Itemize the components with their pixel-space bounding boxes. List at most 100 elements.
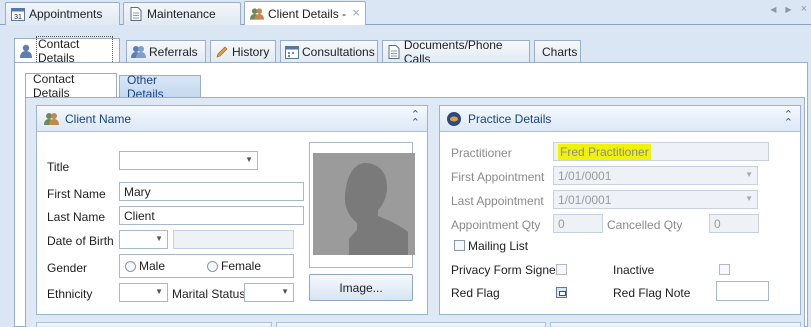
last-name-label: Last Name: [47, 210, 106, 224]
dropdown-arrow-icon: ▼: [281, 287, 289, 296]
date-of-birth-select[interactable]: ▼: [119, 230, 168, 249]
dropdown-arrow-icon: ▼: [745, 170, 753, 179]
client-name-header: Client Name ⌃ ⌃: [37, 106, 427, 132]
tab-history[interactable]: History: [210, 40, 276, 62]
age-field: [173, 230, 294, 249]
red-flag-label: Red Flag: [451, 286, 500, 300]
calendar-icon: [285, 44, 299, 59]
last-appointment-label: Last Appointment: [451, 194, 544, 208]
last-appointment-select: 1/01/0001 ▼: [553, 190, 758, 209]
inactive-checkbox[interactable]: [719, 264, 730, 275]
referral-icon: [131, 44, 146, 59]
tab-charts[interactable]: Charts: [534, 40, 581, 62]
red-flag-note-label: Red Flag Note: [613, 286, 691, 300]
client-details-page: Contact Details Referrals History Consul…: [0, 25, 811, 327]
document-icon: [129, 7, 143, 21]
cancelled-qty-value: 0: [714, 217, 721, 231]
inactive-label: Inactive: [613, 263, 655, 277]
tab-referrals-label: Referrals: [149, 44, 198, 59]
dropdown-arrow-icon: ▼: [245, 155, 253, 164]
tab-consultations-label: Consultations: [302, 44, 375, 59]
gender-male-label: Male: [139, 259, 166, 273]
mailing-list-label: Mailing List: [468, 239, 529, 253]
tab-referrals[interactable]: Referrals: [126, 40, 206, 62]
tab-inner-contact-details-label: Contact Details: [33, 72, 75, 100]
tab-inner-contact-details[interactable]: Contact Details: [25, 72, 117, 100]
appointment-qty-label: Appointment Qty: [451, 218, 541, 232]
marital-status-select[interactable]: ▼: [244, 283, 294, 302]
tab-appointments[interactable]: 31 Appointments: [5, 2, 120, 25]
collapse-icon[interactable]: ⌃ ⌃: [784, 110, 793, 129]
practice-details-title: Practice Details: [468, 111, 552, 126]
collapse-icon[interactable]: ⌃ ⌃: [411, 110, 420, 129]
ethnicity-select[interactable]: ▼: [119, 283, 168, 302]
scroll-right-icon[interactable]: ▶: [785, 5, 791, 15]
tab-maintenance[interactable]: Maintenance: [123, 2, 241, 25]
contact-details-form: Client Name ⌃ ⌃ Title ▼ First Name Mary L…: [25, 97, 805, 327]
practice-icon: [446, 111, 462, 127]
privacy-form-checkbox[interactable]: [556, 264, 567, 275]
gender-male-radio[interactable]: [125, 261, 136, 272]
mailing-list-checkbox[interactable]: [454, 240, 465, 251]
privacy-form-label: Privacy Form Signed: [451, 263, 563, 277]
dropdown-arrow-icon: ▼: [155, 234, 163, 243]
tab-consultations[interactable]: Consultations: [280, 40, 378, 62]
dropdown-arrow-icon: ▼: [155, 287, 163, 296]
first-appointment-value: 1/01/0001: [558, 169, 612, 183]
last-name-field[interactable]: Client: [119, 206, 304, 225]
lower-panel-right: [550, 322, 801, 327]
first-appointment-select: 1/01/0001 ▼: [553, 166, 758, 185]
close-tab-icon[interactable]: ×: [352, 5, 360, 20]
gender-group: Male Female: [119, 254, 294, 278]
dropdown-arrow-icon: ▼: [745, 194, 753, 203]
last-name-value: Client: [124, 209, 155, 223]
first-name-field[interactable]: Mary: [119, 182, 304, 201]
client-name-title: Client Name: [65, 111, 132, 126]
red-flag-checkbox[interactable]: [556, 287, 567, 298]
tab-documents-phone-calls[interactable]: Documents/Phone Calls: [382, 38, 530, 66]
tab-client-details-label: Client Details -: [268, 6, 347, 21]
title-select[interactable]: ▼: [119, 151, 258, 170]
cancelled-qty-field: 0: [709, 214, 759, 233]
practitioner-value: Fred Practitioner: [558, 144, 651, 160]
gender-female-radio[interactable]: [207, 261, 218, 272]
tab-appointments-label: Appointments: [29, 7, 103, 21]
svg-text:31: 31: [14, 14, 22, 21]
gender-label: Gender: [47, 261, 88, 275]
client-photo-placeholder: [313, 153, 415, 255]
tab-client-details[interactable]: Client Details - ×: [244, 1, 366, 25]
red-flag-note-field[interactable]: [716, 281, 769, 301]
date-of-birth-label: Date of Birth: [47, 234, 114, 248]
lower-panel-left: [36, 322, 272, 327]
title-label: Title: [47, 160, 70, 174]
pencil-icon: [215, 44, 229, 59]
contact-details-content: Contact Details Other Details Client Nam…: [14, 62, 808, 327]
person-silhouette-icon: [313, 153, 415, 255]
calendar-icon: 31: [11, 7, 25, 21]
last-appointment-value: 1/01/0001: [558, 193, 612, 207]
close-document-icon[interactable]: ×: [801, 3, 807, 15]
lower-panel-middle: [276, 322, 546, 327]
cancelled-qty-label: Cancelled Qty: [607, 218, 683, 232]
document-tab-bar: 31 Appointments Maintenance Client Detai…: [0, 0, 811, 25]
practitioner-label: Practitioner: [451, 146, 512, 160]
clients-icon: [43, 111, 59, 127]
appointment-qty-field: 0: [553, 214, 603, 233]
scroll-left-icon[interactable]: ◀: [770, 5, 776, 15]
ethnicity-label: Ethnicity: [47, 287, 93, 301]
practitioner-field: Fred Practitioner: [553, 142, 769, 161]
document-icon: [387, 44, 401, 59]
practice-details-header: Practice Details ⌃ ⌃: [440, 106, 800, 132]
image-button[interactable]: Image...: [309, 274, 413, 301]
tab-maintenance-label: Maintenance: [147, 7, 216, 21]
contact-icon: [19, 44, 33, 59]
image-button-label: Image...: [339, 280, 383, 295]
first-appointment-label: First Appointment: [451, 170, 545, 184]
appointment-qty-value: 0: [558, 217, 565, 231]
first-name-value: Mary: [124, 185, 151, 199]
client-name-panel: Client Name ⌃ ⌃ Title ▼ First Name Mary L…: [36, 105, 428, 315]
tab-other-details[interactable]: Other Details: [119, 73, 201, 101]
first-name-label: First Name: [47, 187, 106, 201]
tab-charts-label: Charts: [542, 44, 578, 59]
tab-contact-details[interactable]: Contact Details: [14, 36, 120, 66]
